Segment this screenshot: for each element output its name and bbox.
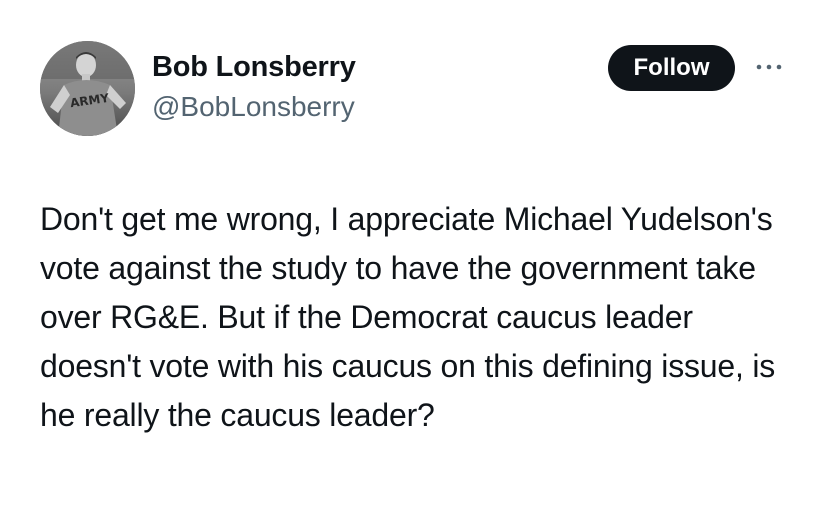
tweet-text: Don't get me wrong, I appreciate Michael… <box>40 201 776 433</box>
avatar-photo: ARMY <box>40 41 135 136</box>
author-handle[interactable]: @BobLonsberry <box>152 91 355 123</box>
more-horizontal-icon[interactable] <box>753 56 785 78</box>
tweet-card: ARMY Bob Lonsberry @BobLonsberry Follow … <box>0 0 828 529</box>
follow-button[interactable]: Follow <box>608 45 735 91</box>
avatar[interactable]: ARMY <box>40 41 135 136</box>
author-name[interactable]: Bob Lonsberry <box>152 51 356 84</box>
